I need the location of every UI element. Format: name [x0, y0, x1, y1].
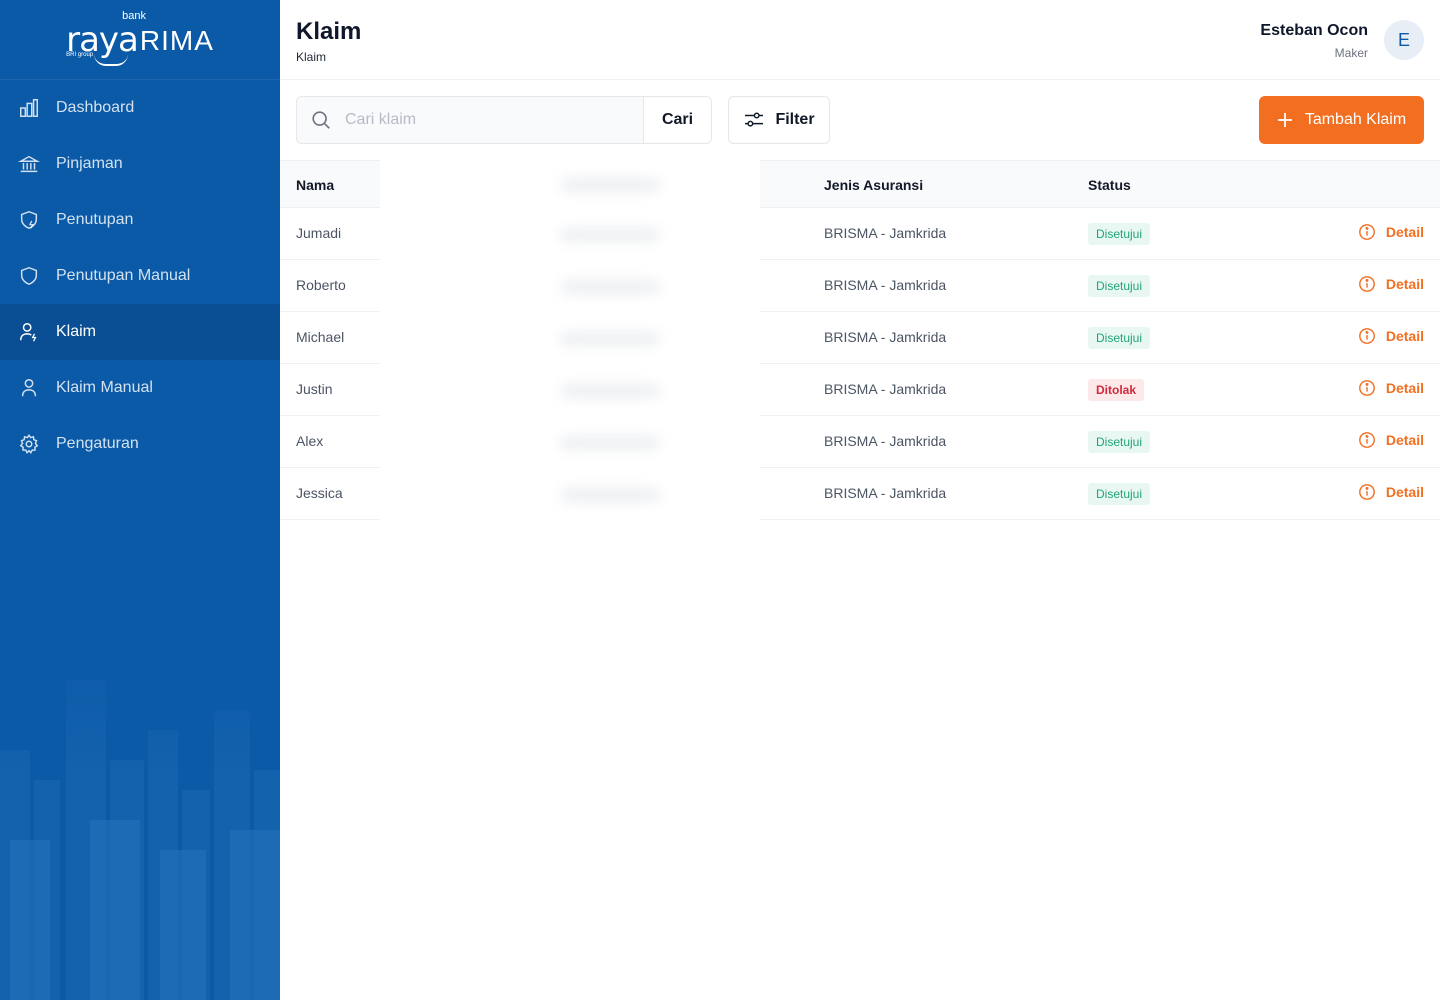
filter-button[interactable]: Filter — [728, 96, 830, 144]
gear-icon — [19, 434, 39, 454]
top-header: Klaim Klaim Esteban Ocon Maker E — [280, 0, 1440, 80]
cell-jenis-asuransi: BRISMA - Jamkrida — [824, 433, 947, 449]
logo-smile-mark — [94, 54, 129, 66]
cell-nama: Jessica — [296, 485, 343, 501]
status-badge: Disetujui — [1088, 275, 1151, 297]
detail-link-label: Detail — [1385, 484, 1424, 500]
user-role: Maker — [1334, 46, 1368, 60]
detail-link-label: Detail — [1385, 328, 1424, 344]
detail-link-label: Detail — [1385, 224, 1424, 240]
cell-jenis-asuransi: BRISMA - Jamkrida — [824, 225, 947, 241]
search-button[interactable]: Cari — [643, 97, 711, 143]
logo-bank-text: bank — [122, 9, 146, 22]
sidebar-item-klaim[interactable]: Klaim — [0, 304, 280, 360]
sidebar-item-label: Penutupan — [56, 211, 134, 228]
avatar[interactable]: E — [1384, 20, 1424, 60]
cell-nama: Justin — [296, 381, 333, 397]
status-badge: Disetujui — [1088, 431, 1151, 453]
cell-nama: Jumadi — [296, 225, 342, 241]
sidebar-item-label: Pinjaman — [56, 155, 123, 172]
cell-jenis-asuransi: BRISMA - Jamkrida — [824, 485, 947, 501]
user-bolt-icon — [20, 323, 37, 342]
cell-jenis-asuransi: BRISMA - Jamkrida — [824, 329, 947, 345]
sidebar-nav: Dashboard Pinjaman Penutupan Penutupan M… — [0, 80, 280, 472]
status-badge: Ditolak — [1088, 379, 1145, 401]
user-icon — [21, 379, 37, 397]
user-name[interactable]: Esteban Ocon — [1260, 22, 1368, 40]
column-header-jenis-asuransi[interactable]: Jenis Asuransi — [824, 177, 923, 193]
status-badge: Disetujui — [1088, 223, 1151, 245]
sidebar: bank raya RIMA BRI group Dashboard Pinja… — [0, 0, 280, 1000]
redacted-cell-blur — [560, 384, 660, 398]
search-group: Cari — [296, 96, 712, 144]
cell-jenis-asuransi: BRISMA - Jamkrida — [824, 277, 947, 293]
logo-rima-text: RIMA — [139, 24, 214, 56]
page-title: Klaim — [296, 18, 362, 45]
cell-nama: Alex — [296, 433, 324, 449]
brand-logo[interactable]: bank raya RIMA BRI group — [0, 0, 280, 80]
sidebar-item-label: Klaim — [56, 323, 97, 340]
sidebar-item-label: Klaim Manual — [56, 379, 153, 396]
cell-jenis-asuransi: BRISMA - Jamkrida — [824, 381, 947, 397]
sidebar-item-penutupan[interactable]: Penutupan — [0, 192, 280, 248]
sidebar-item-label: Pengaturan — [56, 435, 139, 452]
sidebar-item-klaim-manual[interactable]: Klaim Manual — [0, 360, 280, 416]
redacted-cell-blur — [560, 436, 660, 450]
redacted-header-blur — [560, 178, 660, 192]
detail-link[interactable]: Detail — [1358, 431, 1424, 449]
add-claim-button[interactable]: Tambah Klaim — [1259, 96, 1424, 144]
redacted-cell-blur — [560, 280, 660, 294]
redacted-cell-blur — [560, 228, 660, 242]
detail-link[interactable]: Detail — [1358, 483, 1424, 501]
sidebar-item-dashboard[interactable]: Dashboard — [0, 80, 280, 136]
info-icon — [1358, 484, 1375, 500]
detail-link-label: Detail — [1385, 432, 1424, 448]
info-icon — [1358, 276, 1375, 292]
breadcrumb[interactable]: Klaim — [296, 50, 326, 64]
city-skyline-illustration — [0, 640, 280, 1000]
shield-icon — [20, 266, 38, 286]
logo-group-text: BRI group — [66, 51, 94, 58]
info-icon — [1358, 432, 1375, 448]
info-icon — [1358, 224, 1375, 240]
detail-link[interactable]: Detail — [1358, 275, 1424, 293]
redacted-cell-blur — [560, 488, 660, 502]
sidebar-item-label: Penutupan Manual — [56, 267, 191, 284]
cell-nama: Roberto — [296, 277, 346, 293]
chart-icon — [20, 99, 38, 117]
bank-icon — [18, 155, 40, 173]
search-input[interactable] — [345, 97, 643, 143]
shield-bolt-icon — [20, 210, 38, 230]
sidebar-item-pinjaman[interactable]: Pinjaman — [0, 136, 280, 192]
status-badge: Disetujui — [1088, 483, 1151, 505]
add-claim-button-label: Tambah Klaim — [1304, 111, 1407, 128]
plus-icon — [1277, 113, 1292, 127]
detail-link[interactable]: Detail — [1358, 223, 1424, 241]
detail-link-label: Detail — [1385, 380, 1424, 396]
column-header-status[interactable]: Status — [1088, 177, 1131, 193]
detail-link[interactable]: Detail — [1358, 379, 1424, 397]
cell-nama: Michael — [296, 329, 345, 345]
redacted-cell-blur — [560, 332, 660, 346]
info-icon — [1358, 328, 1375, 344]
toolbar: Cari Filter Tambah Klaim — [280, 80, 1440, 160]
info-icon — [1358, 380, 1375, 396]
detail-link[interactable]: Detail — [1358, 327, 1424, 345]
search-icon — [297, 97, 345, 143]
detail-link-label: Detail — [1385, 276, 1424, 292]
status-badge: Disetujui — [1088, 327, 1151, 349]
filter-button-label: Filter — [775, 111, 815, 128]
sidebar-item-penutupan-manual[interactable]: Penutupan Manual — [0, 248, 280, 304]
sliders-icon — [745, 112, 764, 127]
sidebar-item-pengaturan[interactable]: Pengaturan — [0, 416, 280, 472]
column-header-nama[interactable]: Nama — [296, 177, 334, 193]
sidebar-item-label: Dashboard — [56, 99, 135, 116]
